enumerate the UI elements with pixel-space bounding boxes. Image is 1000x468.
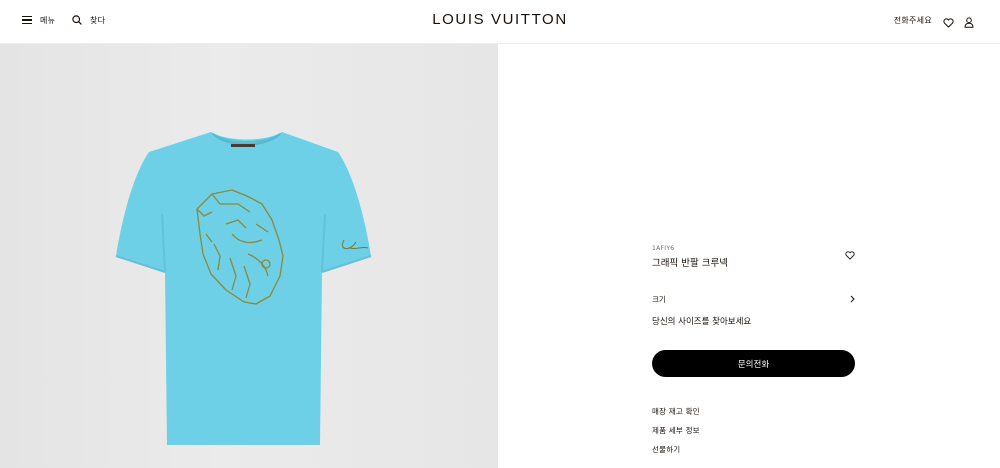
product-sku: 1AFIY6 xyxy=(652,245,675,252)
size-guide-link[interactable]: 당신의 사이즈를 찾아보세요 xyxy=(652,315,751,327)
site-header: 메뉴 찾다 LOUIS VUITTON 전화주세요 xyxy=(0,0,1000,44)
account-button[interactable] xyxy=(964,13,974,32)
product-image-panel[interactable] xyxy=(0,44,498,468)
heart-icon xyxy=(943,18,954,28)
chevron-right-icon xyxy=(850,295,855,303)
user-icon xyxy=(964,17,974,28)
store-stock-link[interactable]: 매장 재고 확인 xyxy=(652,406,700,417)
call-us-button[interactable]: 전화주세요 xyxy=(894,13,932,27)
gift-link[interactable]: 선물하기 xyxy=(652,444,680,455)
call-us-label: 전화주세요 xyxy=(893,15,932,25)
product-details-link[interactable]: 제품 세부 정보 xyxy=(652,425,700,436)
product-image xyxy=(115,132,372,445)
product-name: 그래픽 반팔 크루넥 xyxy=(652,258,728,269)
size-selector[interactable]: 크기 xyxy=(652,294,855,306)
size-label: 크기 xyxy=(652,295,666,304)
inquiry-call-button[interactable]: 문의전화 xyxy=(652,350,855,377)
add-to-wishlist-button[interactable] xyxy=(845,245,855,264)
tshirt-shape xyxy=(116,132,371,445)
brand-logo[interactable]: LOUIS VUITTON xyxy=(0,11,1000,28)
wishlist-button[interactable] xyxy=(943,13,954,32)
heart-icon xyxy=(845,251,855,260)
